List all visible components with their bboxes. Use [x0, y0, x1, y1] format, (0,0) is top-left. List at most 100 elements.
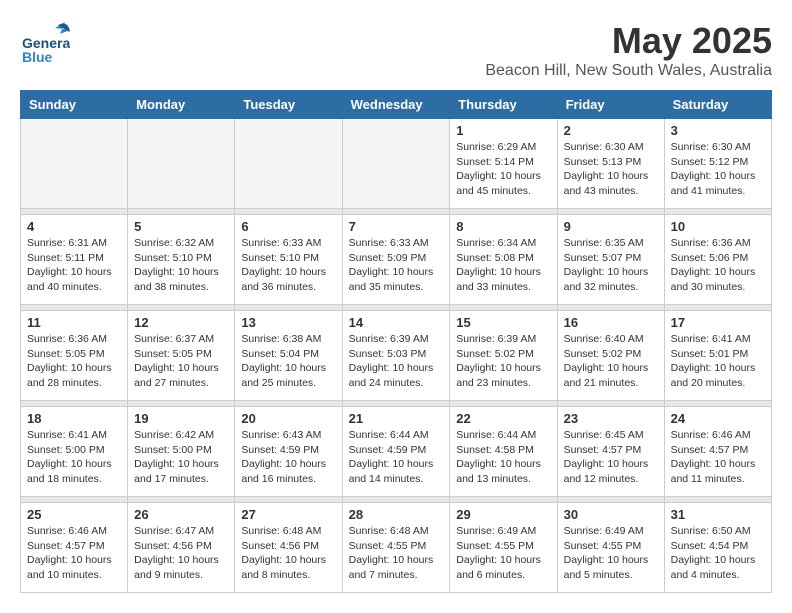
title-section: May 2025 Beacon Hill, New South Wales, A… — [485, 20, 772, 80]
day-info: Sunrise: 6:39 AM Sunset: 5:02 PM Dayligh… — [456, 332, 550, 391]
day-info: Sunrise: 6:48 AM Sunset: 4:56 PM Dayligh… — [241, 524, 335, 583]
day-info: Sunrise: 6:30 AM Sunset: 5:13 PM Dayligh… — [564, 140, 658, 199]
day-number: 1 — [456, 123, 550, 138]
header-friday: Friday — [557, 91, 664, 119]
week-row-3: 11 Sunrise: 6:36 AM Sunset: 5:05 PM Dayli… — [21, 311, 772, 401]
logo: General Blue — [20, 20, 74, 70]
calendar-table: Sunday Monday Tuesday Wednesday Thursday… — [20, 90, 772, 593]
day-info: Sunrise: 6:34 AM Sunset: 5:08 PM Dayligh… — [456, 236, 550, 295]
day-info: Sunrise: 6:31 AM Sunset: 5:11 PM Dayligh… — [27, 236, 121, 295]
calendar-cell: 5 Sunrise: 6:32 AM Sunset: 5:10 PM Daylig… — [128, 215, 235, 305]
day-number: 14 — [349, 315, 444, 330]
header-wednesday: Wednesday — [342, 91, 450, 119]
day-info: Sunrise: 6:44 AM Sunset: 4:58 PM Dayligh… — [456, 428, 550, 487]
calendar-cell — [21, 119, 128, 209]
day-number: 3 — [671, 123, 765, 138]
calendar-cell: 4 Sunrise: 6:31 AM Sunset: 5:11 PM Daylig… — [21, 215, 128, 305]
day-number: 5 — [134, 219, 228, 234]
calendar-cell: 7 Sunrise: 6:33 AM Sunset: 5:09 PM Daylig… — [342, 215, 450, 305]
calendar-cell: 15Sunrise: 6:39 AM Sunset: 5:02 PM Dayli… — [450, 311, 557, 401]
day-number: 17 — [671, 315, 765, 330]
day-info: Sunrise: 6:41 AM Sunset: 5:01 PM Dayligh… — [671, 332, 765, 391]
day-info: Sunrise: 6:30 AM Sunset: 5:12 PM Dayligh… — [671, 140, 765, 199]
page-header: General Blue May 2025 Beacon Hill, New S… — [20, 20, 772, 80]
day-number: 30 — [564, 507, 658, 522]
calendar-cell — [235, 119, 342, 209]
day-info: Sunrise: 6:48 AM Sunset: 4:55 PM Dayligh… — [349, 524, 444, 583]
calendar-cell: 21 Sunrise: 6:44 AM Sunset: 4:59 PM Dayli… — [342, 407, 450, 497]
day-info: Sunrise: 6:36 AM Sunset: 5:05 PM Dayligh… — [27, 332, 121, 391]
day-info: Sunrise: 6:37 AM Sunset: 5:05 PM Dayligh… — [134, 332, 228, 391]
day-number: 22 — [456, 411, 550, 426]
calendar-cell: 24 Sunrise: 6:46 AM Sunset: 4:57 PM Dayli… — [664, 407, 771, 497]
week-row-5: 25 Sunrise: 6:46 AM Sunset: 4:57 PM Dayli… — [21, 503, 772, 593]
day-number: 6 — [241, 219, 335, 234]
calendar-cell: 1Sunrise: 6:29 AM Sunset: 5:14 PM Daylig… — [450, 119, 557, 209]
calendar-cell: 18 Sunrise: 6:41 AM Sunset: 5:00 PM Dayli… — [21, 407, 128, 497]
calendar-cell: 23 Sunrise: 6:45 AM Sunset: 4:57 PM Dayli… — [557, 407, 664, 497]
svg-text:Blue: Blue — [22, 49, 53, 65]
day-info: Sunrise: 6:40 AM Sunset: 5:02 PM Dayligh… — [564, 332, 658, 391]
calendar-cell: 3 Sunrise: 6:30 AM Sunset: 5:12 PM Daylig… — [664, 119, 771, 209]
calendar-cell: 11 Sunrise: 6:36 AM Sunset: 5:05 PM Dayli… — [21, 311, 128, 401]
day-number: 26 — [134, 507, 228, 522]
day-info: Sunrise: 6:49 AM Sunset: 4:55 PM Dayligh… — [564, 524, 658, 583]
day-number: 9 — [564, 219, 658, 234]
calendar-cell: 9 Sunrise: 6:35 AM Sunset: 5:07 PM Daylig… — [557, 215, 664, 305]
day-number: 20 — [241, 411, 335, 426]
day-number: 16 — [564, 315, 658, 330]
calendar-cell: 27Sunrise: 6:48 AM Sunset: 4:56 PM Dayli… — [235, 503, 342, 593]
calendar-cell: 26 Sunrise: 6:47 AM Sunset: 4:56 PM Dayli… — [128, 503, 235, 593]
header-saturday: Saturday — [664, 91, 771, 119]
day-number: 21 — [349, 411, 444, 426]
day-number: 28 — [349, 507, 444, 522]
week-row-2: 4 Sunrise: 6:31 AM Sunset: 5:11 PM Daylig… — [21, 215, 772, 305]
day-number: 4 — [27, 219, 121, 234]
day-number: 12 — [134, 315, 228, 330]
calendar-cell: 22 Sunrise: 6:44 AM Sunset: 4:58 PM Dayli… — [450, 407, 557, 497]
calendar-cell: 10Sunrise: 6:36 AM Sunset: 5:06 PM Dayli… — [664, 215, 771, 305]
day-info: Sunrise: 6:41 AM Sunset: 5:00 PM Dayligh… — [27, 428, 121, 487]
day-info: Sunrise: 6:47 AM Sunset: 4:56 PM Dayligh… — [134, 524, 228, 583]
day-info: Sunrise: 6:46 AM Sunset: 4:57 PM Dayligh… — [27, 524, 121, 583]
day-info: Sunrise: 6:49 AM Sunset: 4:55 PM Dayligh… — [456, 524, 550, 583]
day-number: 11 — [27, 315, 121, 330]
day-info: Sunrise: 6:43 AM Sunset: 4:59 PM Dayligh… — [241, 428, 335, 487]
day-info: Sunrise: 6:32 AM Sunset: 5:10 PM Dayligh… — [134, 236, 228, 295]
calendar-cell: 8 Sunrise: 6:34 AM Sunset: 5:08 PM Daylig… — [450, 215, 557, 305]
day-info: Sunrise: 6:38 AM Sunset: 5:04 PM Dayligh… — [241, 332, 335, 391]
day-info: Sunrise: 6:45 AM Sunset: 4:57 PM Dayligh… — [564, 428, 658, 487]
calendar-cell: 31Sunrise: 6:50 AM Sunset: 4:54 PM Dayli… — [664, 503, 771, 593]
weekday-header-row: Sunday Monday Tuesday Wednesday Thursday… — [21, 91, 772, 119]
day-number: 29 — [456, 507, 550, 522]
calendar-cell: 19Sunrise: 6:42 AM Sunset: 5:00 PM Dayli… — [128, 407, 235, 497]
calendar-cell: 12 Sunrise: 6:37 AM Sunset: 5:05 PM Dayli… — [128, 311, 235, 401]
day-number: 25 — [27, 507, 121, 522]
day-info: Sunrise: 6:35 AM Sunset: 5:07 PM Dayligh… — [564, 236, 658, 295]
day-info: Sunrise: 6:33 AM Sunset: 5:10 PM Dayligh… — [241, 236, 335, 295]
day-info: Sunrise: 6:33 AM Sunset: 5:09 PM Dayligh… — [349, 236, 444, 295]
calendar-cell: 6 Sunrise: 6:33 AM Sunset: 5:10 PM Daylig… — [235, 215, 342, 305]
week-row-4: 18 Sunrise: 6:41 AM Sunset: 5:00 PM Dayli… — [21, 407, 772, 497]
calendar-cell: 20 Sunrise: 6:43 AM Sunset: 4:59 PM Dayli… — [235, 407, 342, 497]
day-number: 10 — [671, 219, 765, 234]
day-info: Sunrise: 6:46 AM Sunset: 4:57 PM Dayligh… — [671, 428, 765, 487]
day-info: Sunrise: 6:44 AM Sunset: 4:59 PM Dayligh… — [349, 428, 444, 487]
calendar-cell: 16 Sunrise: 6:40 AM Sunset: 5:02 PM Dayli… — [557, 311, 664, 401]
calendar-cell: 30 Sunrise: 6:49 AM Sunset: 4:55 PM Dayli… — [557, 503, 664, 593]
day-number: 8 — [456, 219, 550, 234]
day-number: 18 — [27, 411, 121, 426]
week-row-1: 1Sunrise: 6:29 AM Sunset: 5:14 PM Daylig… — [21, 119, 772, 209]
header-monday: Monday — [128, 91, 235, 119]
header-tuesday: Tuesday — [235, 91, 342, 119]
logo-icon: General Blue — [20, 20, 70, 70]
day-number: 7 — [349, 219, 444, 234]
location: Beacon Hill, New South Wales, Australia — [485, 62, 772, 80]
day-number: 31 — [671, 507, 765, 522]
day-number: 24 — [671, 411, 765, 426]
header-thursday: Thursday — [450, 91, 557, 119]
calendar-cell: 25 Sunrise: 6:46 AM Sunset: 4:57 PM Dayli… — [21, 503, 128, 593]
day-number: 23 — [564, 411, 658, 426]
calendar-cell — [128, 119, 235, 209]
calendar-cell: 28 Sunrise: 6:48 AM Sunset: 4:55 PM Dayli… — [342, 503, 450, 593]
